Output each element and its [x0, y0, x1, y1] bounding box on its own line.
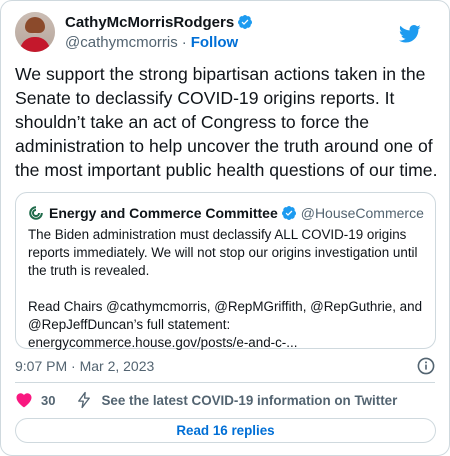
tweet-card: CathyMcMorrisRodgers @cathymcmorris · Fo…: [0, 0, 450, 456]
committee-logo-icon: [28, 205, 44, 221]
tweet-timestamp[interactable]: 9:07 PM · Mar 2, 2023: [15, 358, 154, 374]
author-handle[interactable]: @cathymcmorris: [65, 34, 178, 51]
author-display-name[interactable]: CathyMcMorrisRodgers: [65, 14, 234, 31]
like-count[interactable]: 30: [41, 393, 55, 408]
quoted-tweet-header: Energy and Commerce Committee @HouseComm…: [28, 203, 425, 223]
quoted-paragraph-2-line-2: @RepJeffDuncan’s full statement:: [28, 317, 231, 332]
quoted-link[interactable]: energycommerce.house.gov/posts/e-and-c-.…: [28, 334, 428, 352]
separator-dot: ·: [181, 33, 187, 51]
heart-icon[interactable]: [15, 391, 33, 409]
verified-badge-icon: [281, 206, 296, 220]
covid-info-link[interactable]: See the latest COVID-19 information on T…: [101, 393, 397, 408]
twitter-bird-icon[interactable]: [399, 24, 421, 44]
read-replies-button[interactable]: Read 16 replies: [15, 418, 436, 443]
quoted-tweet-text: The Biden administration must declassify…: [28, 226, 428, 352]
quoted-display-name[interactable]: Energy and Commerce Committee: [49, 205, 278, 221]
quoted-paragraph-2-line-1: Read Chairs @cathymcmorris, @RepMGriffit…: [28, 299, 423, 314]
divider: [15, 382, 435, 383]
quoted-tweet[interactable]: Energy and Commerce Committee @HouseComm…: [15, 192, 436, 352]
quoted-blank-line: [28, 280, 428, 298]
follow-button[interactable]: Follow: [191, 34, 239, 51]
tweet-actions: 30 See the latest COVID-19 information o…: [15, 390, 435, 410]
quoted-handle[interactable]: @HouseCommerce: [301, 205, 424, 221]
author-names: CathyMcMorrisRodgers @cathymcmorris · Fo…: [65, 12, 253, 52]
quoted-paragraph-1: The Biden administration must declassify…: [28, 227, 418, 278]
tweet-meta: 9:07 PM · Mar 2, 2023: [15, 356, 435, 376]
author-avatar[interactable]: [15, 12, 55, 52]
tweet-text: We support the strong bipartisan actions…: [15, 64, 438, 180]
tweet-header: CathyMcMorrisRodgers @cathymcmorris · Fo…: [15, 12, 435, 52]
info-icon[interactable]: [417, 357, 435, 375]
bolt-icon: [78, 391, 91, 409]
verified-badge-icon: [238, 15, 253, 29]
